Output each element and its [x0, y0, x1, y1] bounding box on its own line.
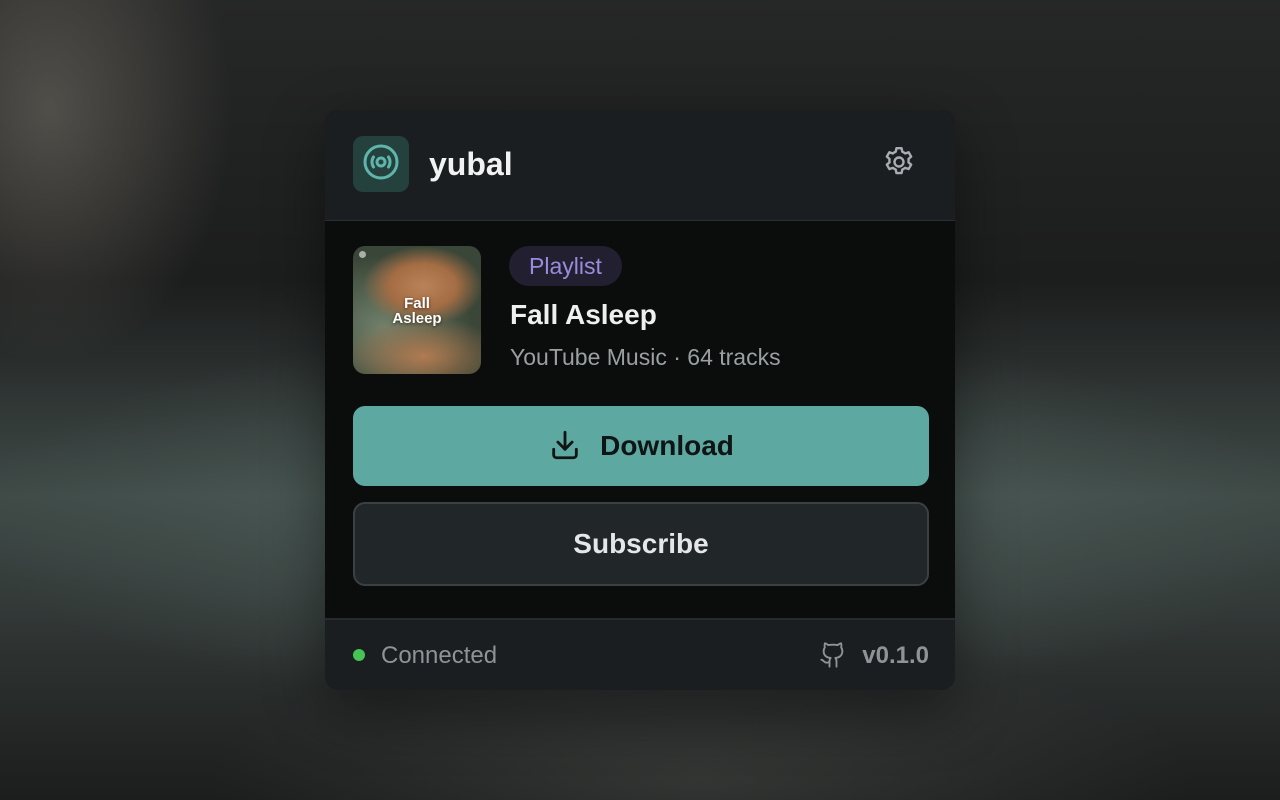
download-button-label: Download [600, 430, 734, 461]
thumbnail-text: Fall Asleep [353, 296, 481, 326]
version-label: v0.1.0 [862, 642, 929, 669]
playlist-thumbnail: Fall Asleep [353, 246, 481, 374]
status-dot [353, 649, 365, 661]
gear-icon [881, 144, 917, 185]
subscribe-button[interactable]: Subscribe [353, 502, 929, 586]
download-icon [548, 428, 582, 465]
subscribe-button-label: Subscribe [573, 528, 709, 559]
download-button[interactable]: Download [353, 406, 929, 486]
connection-status: Connected [381, 642, 498, 669]
thumbnail-text-line2: Asleep [392, 310, 442, 327]
disc-icon [361, 142, 401, 187]
yubal-card: yubal Fall Asleep Playlist Fall Asleep Y… [325, 110, 955, 690]
card-header: yubal [325, 110, 955, 221]
settings-button[interactable] [879, 144, 919, 184]
playlist-meta: YouTube Music · 64 tracks [510, 344, 781, 370]
app-logo [353, 136, 409, 192]
github-icon [819, 640, 847, 675]
card-body: Fall Asleep Playlist Fall Asleep YouTube… [325, 221, 955, 618]
thumbnail-dot [359, 251, 366, 258]
type-badge: Playlist [509, 246, 622, 286]
app-title: yubal [429, 146, 513, 182]
card-footer: Connected v0.1.0 [325, 618, 955, 690]
github-link[interactable] [819, 640, 847, 675]
playlist-title: Fall Asleep [510, 299, 657, 330]
thumbnail-text-line1: Fall [404, 295, 430, 312]
